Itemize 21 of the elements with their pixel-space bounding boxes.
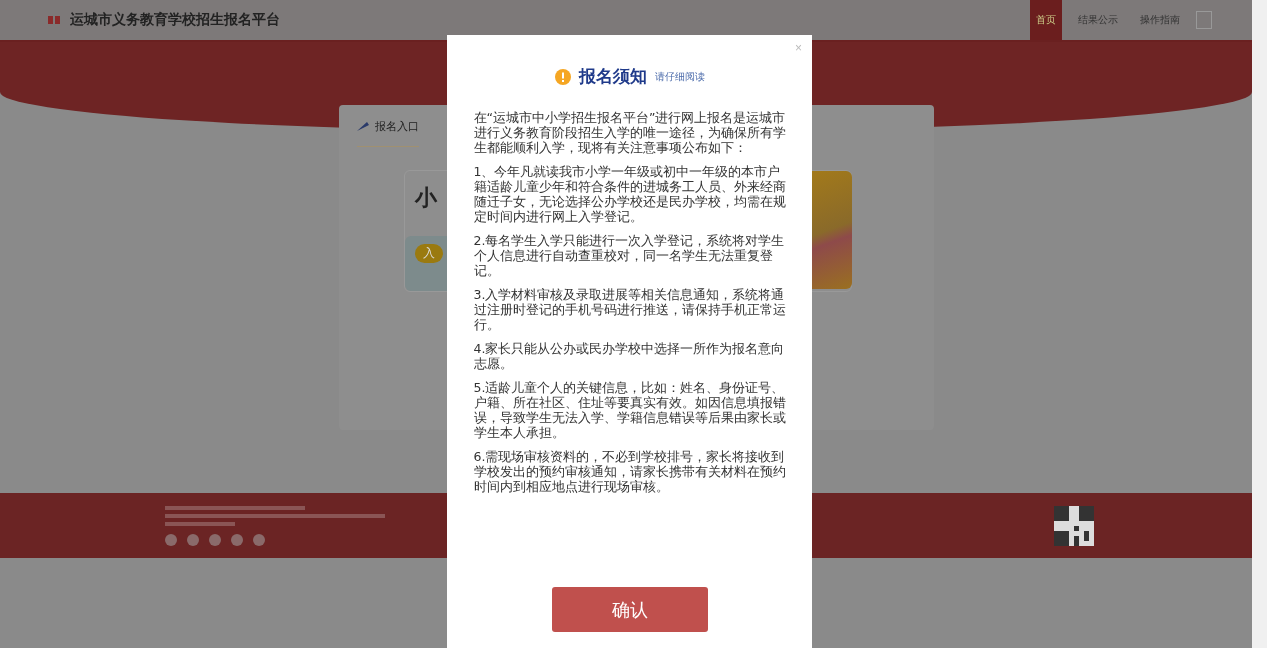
notice-paragraph: 5.适龄儿童个人的关键信息，比如：姓名、身份证号、户籍、所在社区、住址等要真实有效。如因信息填报错误，导致学生无法入学、学籍信息错误等后果由家长或学生本人承担。 [473, 380, 786, 440]
dialog-title: 报名须知 [578, 65, 647, 88]
notice-paragraph: 4.家长只能从公办或民办学校中选择一所作为报名意向志愿。 [473, 341, 786, 371]
book-icon [48, 15, 60, 25]
site-title: 运城市义务教育学校招生报名平台 [70, 11, 280, 29]
nav-link[interactable]: 操作指南 [1134, 0, 1186, 40]
nav-link[interactable]: 首页 [1030, 0, 1062, 40]
tag-badge: 入 [414, 244, 443, 263]
feather-icon [356, 122, 369, 131]
entry-tab[interactable]: 报名入口 [356, 119, 419, 147]
confirm-button[interactable]: 确认 [551, 587, 708, 632]
card-heading: 小 [414, 184, 437, 212]
warning-icon [554, 68, 571, 85]
dialog-subtitle: 请仔细阅读 [654, 69, 705, 84]
notice-paragraph: 6.需现场审核资料的，不必到学校排号，家长将接收到学校发出的预约审核通知，请家长携带有关材料在预约时间内到相应地点进行现场审核。 [473, 449, 786, 494]
notice-paragraph: 3.入学材料审核及录取进展等相关信息通知，系统将通过注册时登记的手机号码进行推送，请保持手机正常运行。 [473, 287, 786, 332]
nav-link[interactable]: 结果公示 [1072, 0, 1124, 40]
notice-paragraph: 1、今年凡就读我市小学一年级或初中一年级的本市户籍适龄儿童少年和符合条件的进城务工人员、外来经商随迁子女，无论选择公办学校还是民办学校，均需在规定时间内进行网上入学登记。 [473, 164, 786, 224]
notice-paragraph: 在“运城市中小学招生报名平台”进行网上报名是运城市进行义务教育阶段招生入学的唯一途径，为确保所有学生都能顺利入学，现将有关注意事项公布如下： [473, 110, 786, 155]
notice-paragraph: 2.每名学生入学只能进行一次入学登记，系统将对学生个人信息进行自动查重校对，同一名学生无法重复登记。 [473, 233, 786, 278]
qr-code-icon [1054, 505, 1094, 546]
